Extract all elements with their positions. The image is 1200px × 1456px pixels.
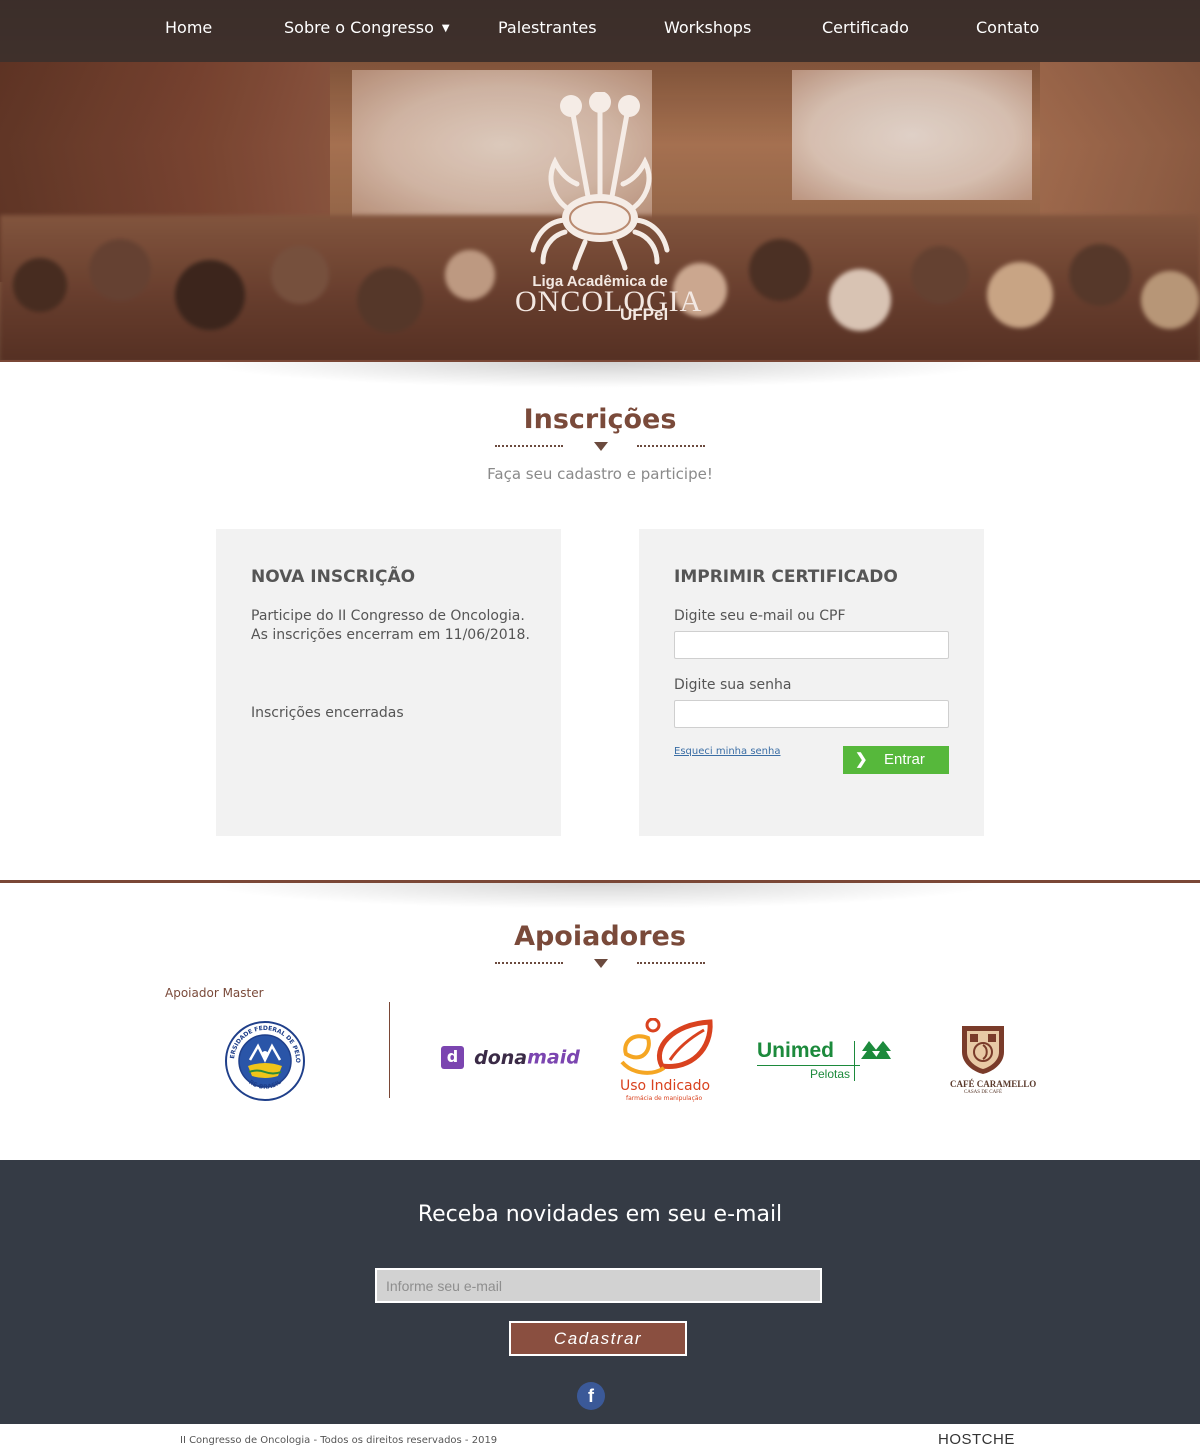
copyright-text: II Congresso de Oncologia - Todos os dir… [180,1435,498,1446]
nav-contato[interactable]: Contato [976,18,1039,37]
title-divider [495,958,705,974]
donamaid-logo[interactable]: d donamaid [441,1046,580,1074]
uso-indicado-tagline: farmácia de manipulação [626,1095,703,1102]
email-cpf-label: Digite seu e-mail ou CPF [674,608,846,624]
uso-indicado-leaf-icon [620,1018,713,1075]
forgot-password-link[interactable]: Esqueci minha senha [674,746,781,757]
chevron-right-icon: ❯ [855,751,868,768]
cafe-caramello-logo[interactable]: CAFÉ CARAMELLO CASAS DE CAFÉ [950,1022,1037,1098]
dropdown-caret-icon: ▼ [441,23,450,34]
inscricoes-status: Inscrições encerradas [251,705,404,721]
nav-sobre-o-congresso[interactable]: Sobre o Congresso ▼ [284,18,450,37]
title-divider [495,441,705,457]
uso-indicado-name: Uso Indicado [620,1078,711,1094]
imprimir-certificado-card: IMPRIMIR CERTIFICADO Digite seu e-mail o… [639,529,984,836]
entrar-button[interactable]: ❯ Entrar [843,746,949,774]
nova-inscricao-deadline: As inscrições encerram em 11/06/2018. [251,627,530,643]
main-nav: Home Sobre o Congresso ▼ Palestrantes Wor… [0,0,1200,62]
uso-indicado-logo[interactable]: Uso Indicado farmácia de manipulação [612,1018,722,1102]
nova-inscricao-text: Participe do II Congresso de Oncologia. [251,608,525,624]
inscricoes-title: Inscrições [523,404,677,435]
hostche-credit-logo[interactable]: HOSTCHE [938,1431,1015,1448]
newsletter-title: Receba novidades em seu e-mail [417,1202,783,1227]
senha-input[interactable] [674,700,949,728]
cafe-caramello-tagline: CASAS DE CAFÉ [963,1090,1003,1095]
divider-arrow-icon [594,959,608,968]
certificado-title: IMPRIMIR CERTIFICADO [674,567,898,587]
newsletter-footer: Receba novidades em seu e-mail Cadastrar… [0,1160,1200,1424]
cadastrar-button[interactable]: Cadastrar [509,1321,687,1356]
newsletter-email-input[interactable] [375,1268,822,1303]
inscricoes-subtitle: Faça seu cadastro e participe! [487,465,713,483]
unimed-name: Unimed [757,1039,835,1062]
facebook-icon[interactable]: f [577,1382,605,1410]
donamaid-name-part1: dona [474,1046,528,1069]
nav-workshops[interactable]: Workshops [664,18,751,37]
ufpel-logo[interactable]: UNIVERSIDADE FEDERAL DE PELOTAS RS·BRASI… [224,1020,306,1102]
logo-line3: UFPel [620,305,669,324]
donamaid-name-part2: maid [527,1046,580,1069]
email-cpf-input[interactable] [674,631,949,659]
sponsors-divider [389,1002,390,1098]
nav-certificado[interactable]: Certificado [822,18,909,37]
cafe-caramello-name: CAFÉ CARAMELLO [950,1079,1037,1089]
cafe-caramello-crest-icon [962,1026,1004,1074]
nav-palestrantes[interactable]: Palestrantes [498,18,597,37]
nova-inscricao-title: NOVA INSCRIÇÃO [251,567,416,587]
unimed-tree-icon [861,1041,891,1059]
nav-home[interactable]: Home [165,18,212,37]
apoiadores-title: Apoiadores [514,921,686,952]
donamaid-badge-icon: d [441,1046,464,1069]
unimed-logo[interactable]: Unimed Pelotas [757,1039,897,1083]
apoiador-master-label: Apoiador Master [165,986,264,1000]
nova-inscricao-card: NOVA INSCRIÇÃO Participe do II Congresso… [216,529,561,836]
unimed-sub: Pelotas [810,1067,851,1081]
liga-oncologia-logo: Liga Acadêmica de ONCOLOGIA UFPel [515,91,701,327]
divider-arrow-icon [594,442,608,451]
copyright-bar: II Congresso de Oncologia - Todos os dir… [0,1424,1200,1456]
senha-label: Digite sua senha [674,677,792,693]
crab-logo-icon [530,91,670,271]
